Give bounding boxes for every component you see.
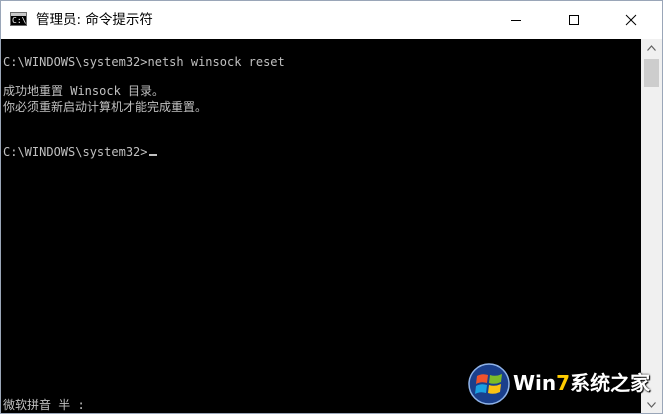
maximize-icon (569, 15, 579, 25)
app-icon-label: C:\ (12, 16, 27, 25)
close-icon (625, 14, 637, 26)
cmd-window: C:\ 管理员: 命令提示符 C:\WINDOWS\system32>netsh… (0, 0, 663, 414)
vertical-scrollbar[interactable] (641, 39, 662, 413)
console-prompt-text: C:\WINDOWS\system32> (3, 145, 148, 159)
scroll-up-button[interactable] (641, 39, 662, 56)
watermark-text-site: 系统之家 (570, 371, 651, 395)
minimize-button[interactable] (493, 1, 539, 39)
maximize-button[interactable] (551, 1, 597, 39)
minimize-icon (511, 20, 521, 21)
ime-status-bar: 微软拼音 半 : (3, 398, 85, 412)
console-line-command: C:\WINDOWS\system32>netsh winsock reset (3, 55, 285, 69)
site-watermark: Win7系统之家 (465, 360, 655, 408)
watermark-text-win: Win (513, 371, 557, 395)
watermark-text: Win7系统之家 (513, 370, 650, 396)
close-button[interactable] (608, 1, 654, 39)
console-output[interactable]: C:\WINDOWS\system32>netsh winsock reset … (1, 39, 641, 413)
window-title: 管理员: 命令提示符 (36, 12, 153, 28)
windows-logo-icon (468, 363, 510, 405)
scroll-thumb[interactable] (644, 59, 659, 87)
console-line-restart: 你必须重新启动计算机才能完成重置。 (3, 100, 208, 114)
cmd-app-icon[interactable]: C:\ (10, 12, 27, 26)
text-cursor (148, 154, 157, 156)
console-line-prompt: C:\WINDOWS\system32> (3, 144, 157, 160)
console-line-success: 成功地重置 Winsock 目录。 (3, 84, 165, 98)
title-bar[interactable]: C:\ 管理员: 命令提示符 (1, 1, 662, 39)
arrow-up-icon (647, 44, 656, 51)
watermark-text-seven: 7 (556, 371, 571, 395)
